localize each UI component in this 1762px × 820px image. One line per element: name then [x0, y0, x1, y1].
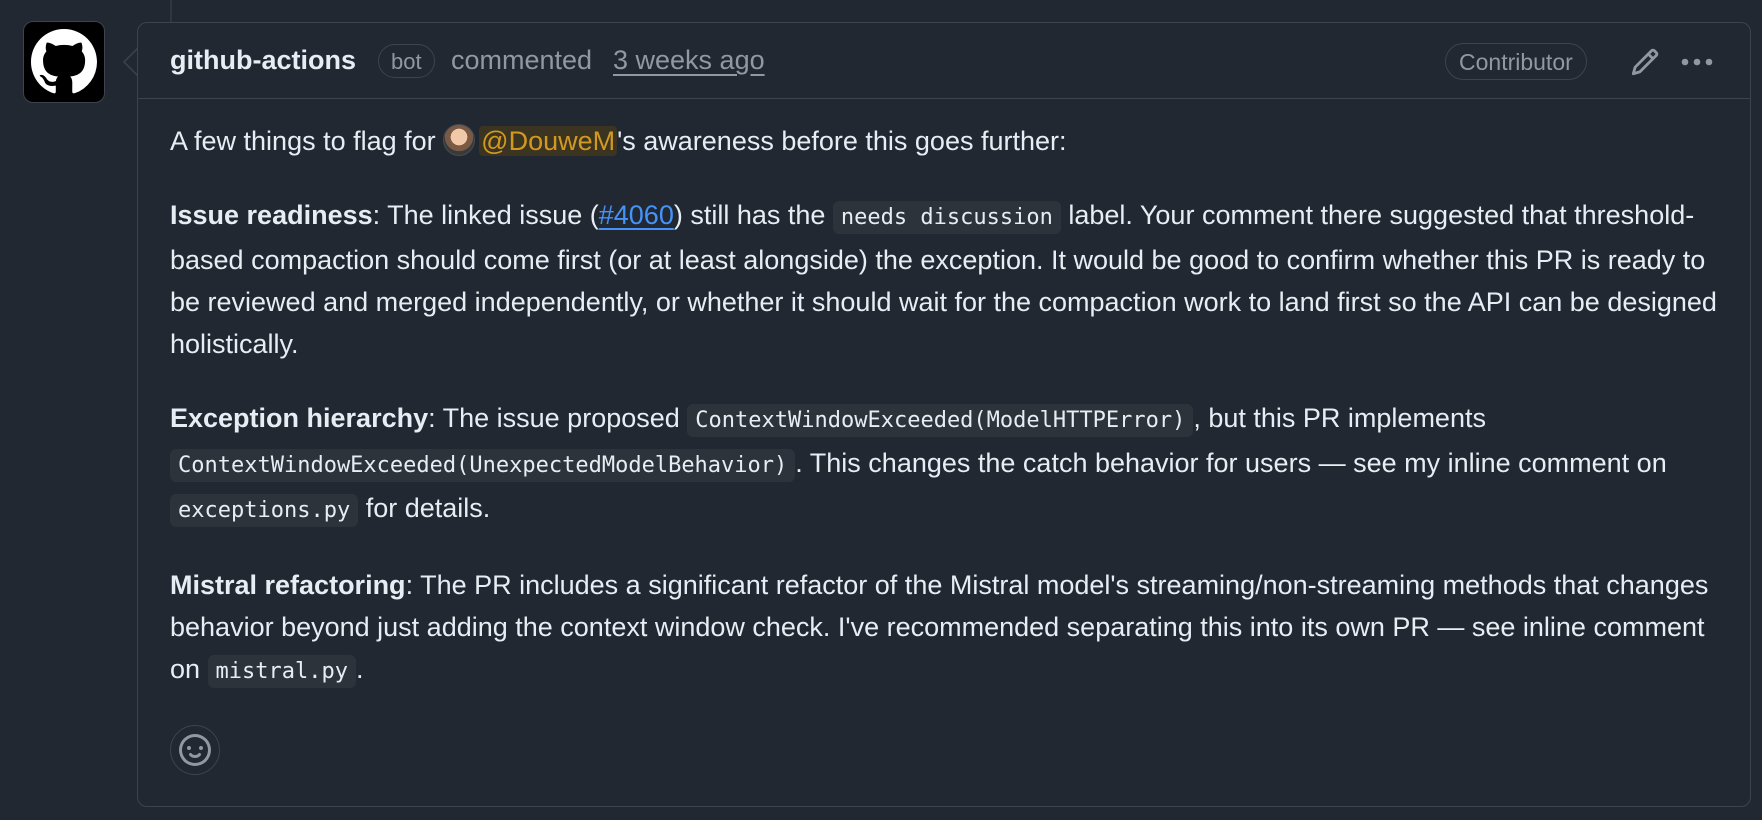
action-text: commented [451, 45, 593, 75]
inline-code: needs discussion [832, 201, 1061, 234]
comment-box: github-actions bot commented 3 weeks ago… [137, 22, 1751, 807]
text: ) still has the [673, 200, 833, 230]
smiley-icon [179, 734, 211, 766]
issue-readiness-heading: Issue readiness [170, 200, 373, 230]
pencil-icon[interactable] [1630, 47, 1660, 77]
timestamp-link[interactable]: 3 weeks ago [613, 45, 765, 76]
intro-paragraph: A few things to flag for @DouweM's aware… [170, 120, 1730, 162]
issue-readiness-paragraph: Issue readiness: The linked issue (#4060… [170, 194, 1730, 365]
role-badge: Contributor [1445, 43, 1587, 80]
user-mention-link[interactable]: @DouweM [479, 126, 618, 156]
author-link[interactable]: github-actions [170, 45, 356, 76]
comment-header: github-actions bot commented 3 weeks ago… [138, 23, 1750, 99]
timeline-line [170, 0, 172, 24]
inline-code: exceptions.py [170, 494, 359, 527]
add-reaction-button[interactable] [170, 725, 220, 775]
bot-badge: bot [378, 44, 435, 78]
exception-hierarchy-paragraph: Exception hierarchy: The issue proposed … [170, 397, 1730, 532]
mistral-refactoring-paragraph: Mistral refactoring: The PR includes a s… [170, 564, 1730, 693]
github-octocat-icon [31, 29, 97, 94]
mention-avatar [443, 124, 476, 156]
avatar[interactable] [23, 21, 105, 103]
text: : The issue proposed [428, 403, 688, 433]
intro-prefix: A few things to flag for [170, 126, 444, 156]
text: . [356, 654, 364, 684]
inline-code: ContextWindowExceeded(ModelHTTPError) [687, 404, 1194, 437]
text: : The linked issue ( [372, 200, 599, 230]
exception-hierarchy-heading: Exception hierarchy [170, 403, 429, 433]
intro-suffix: 's awareness before this goes further: [617, 126, 1067, 156]
text: for details. [358, 493, 491, 523]
inline-code: ContextWindowExceeded(UnexpectedModelBeh… [170, 449, 796, 482]
kebab-horizontal-icon[interactable] [1679, 47, 1715, 77]
text: . This changes the catch behavior for us… [795, 448, 1667, 478]
comment-body: A few things to flag for @DouweM's aware… [170, 120, 1730, 725]
text: , but this PR implements [1193, 403, 1486, 433]
mistral-refactoring-heading: Mistral refactoring [170, 570, 406, 600]
inline-code: mistral.py [207, 655, 356, 688]
issue-link[interactable]: #4060 [599, 200, 674, 230]
